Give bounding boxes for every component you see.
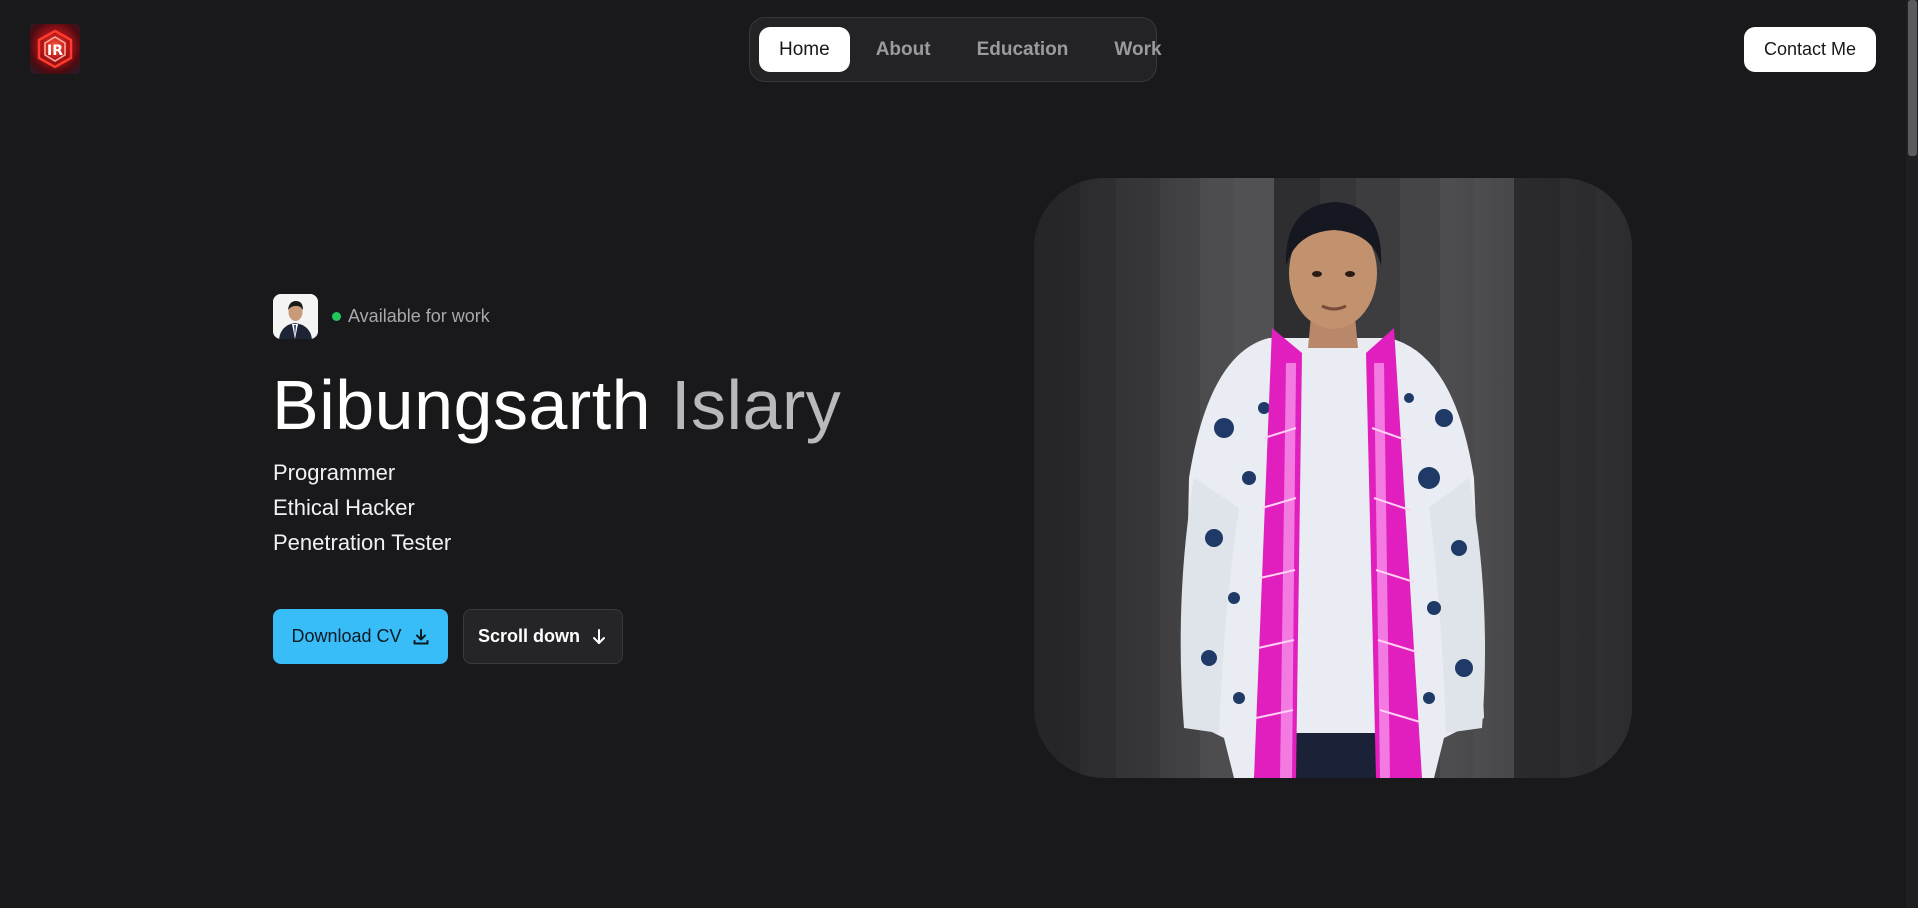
- scroll-down-button[interactable]: Scroll down: [463, 609, 623, 664]
- download-cv-button[interactable]: Download CV: [273, 609, 448, 664]
- svg-text:IR: IR: [47, 43, 63, 59]
- availability-status: Available for work: [348, 306, 490, 326]
- download-cv-label: Download CV: [291, 626, 402, 646]
- main-nav: Home About Education Work: [749, 17, 1162, 82]
- scrollbar-thumb[interactable]: [1908, 0, 1917, 156]
- logo-emblem-icon: IR: [37, 29, 73, 69]
- download-icon: [412, 628, 430, 646]
- profile-photo: [1034, 178, 1632, 778]
- avatar: [273, 294, 318, 339]
- arrow-down-icon: [590, 628, 608, 646]
- nav-about[interactable]: About: [856, 27, 951, 72]
- scroll-down-label: Scroll down: [477, 626, 580, 646]
- first-name: Bibungsarth: [272, 366, 652, 444]
- contact-me-button[interactable]: Contact Me: [1744, 27, 1876, 72]
- scrollbar[interactable]: [1906, 0, 1918, 908]
- role-item: Programmer: [273, 460, 396, 485]
- hero-name: Bibungsarth Islary: [272, 365, 841, 446]
- role-item: Penetration Tester: [273, 530, 452, 555]
- site-logo[interactable]: IR: [30, 24, 80, 74]
- availability-badge: Available for work: [273, 294, 490, 339]
- nav-home[interactable]: Home: [759, 27, 850, 72]
- nav-work[interactable]: Work: [1094, 27, 1181, 72]
- status-dot-icon: [332, 312, 341, 321]
- cta-row: Download CV Scroll down: [273, 609, 623, 664]
- role-list: Programmer Ethical Hacker Penetration Te…: [273, 455, 451, 560]
- role-item: Ethical Hacker: [273, 495, 415, 520]
- last-name: Islary: [671, 366, 842, 444]
- person-illustration: [1180, 202, 1486, 778]
- nav-education[interactable]: Education: [957, 27, 1089, 72]
